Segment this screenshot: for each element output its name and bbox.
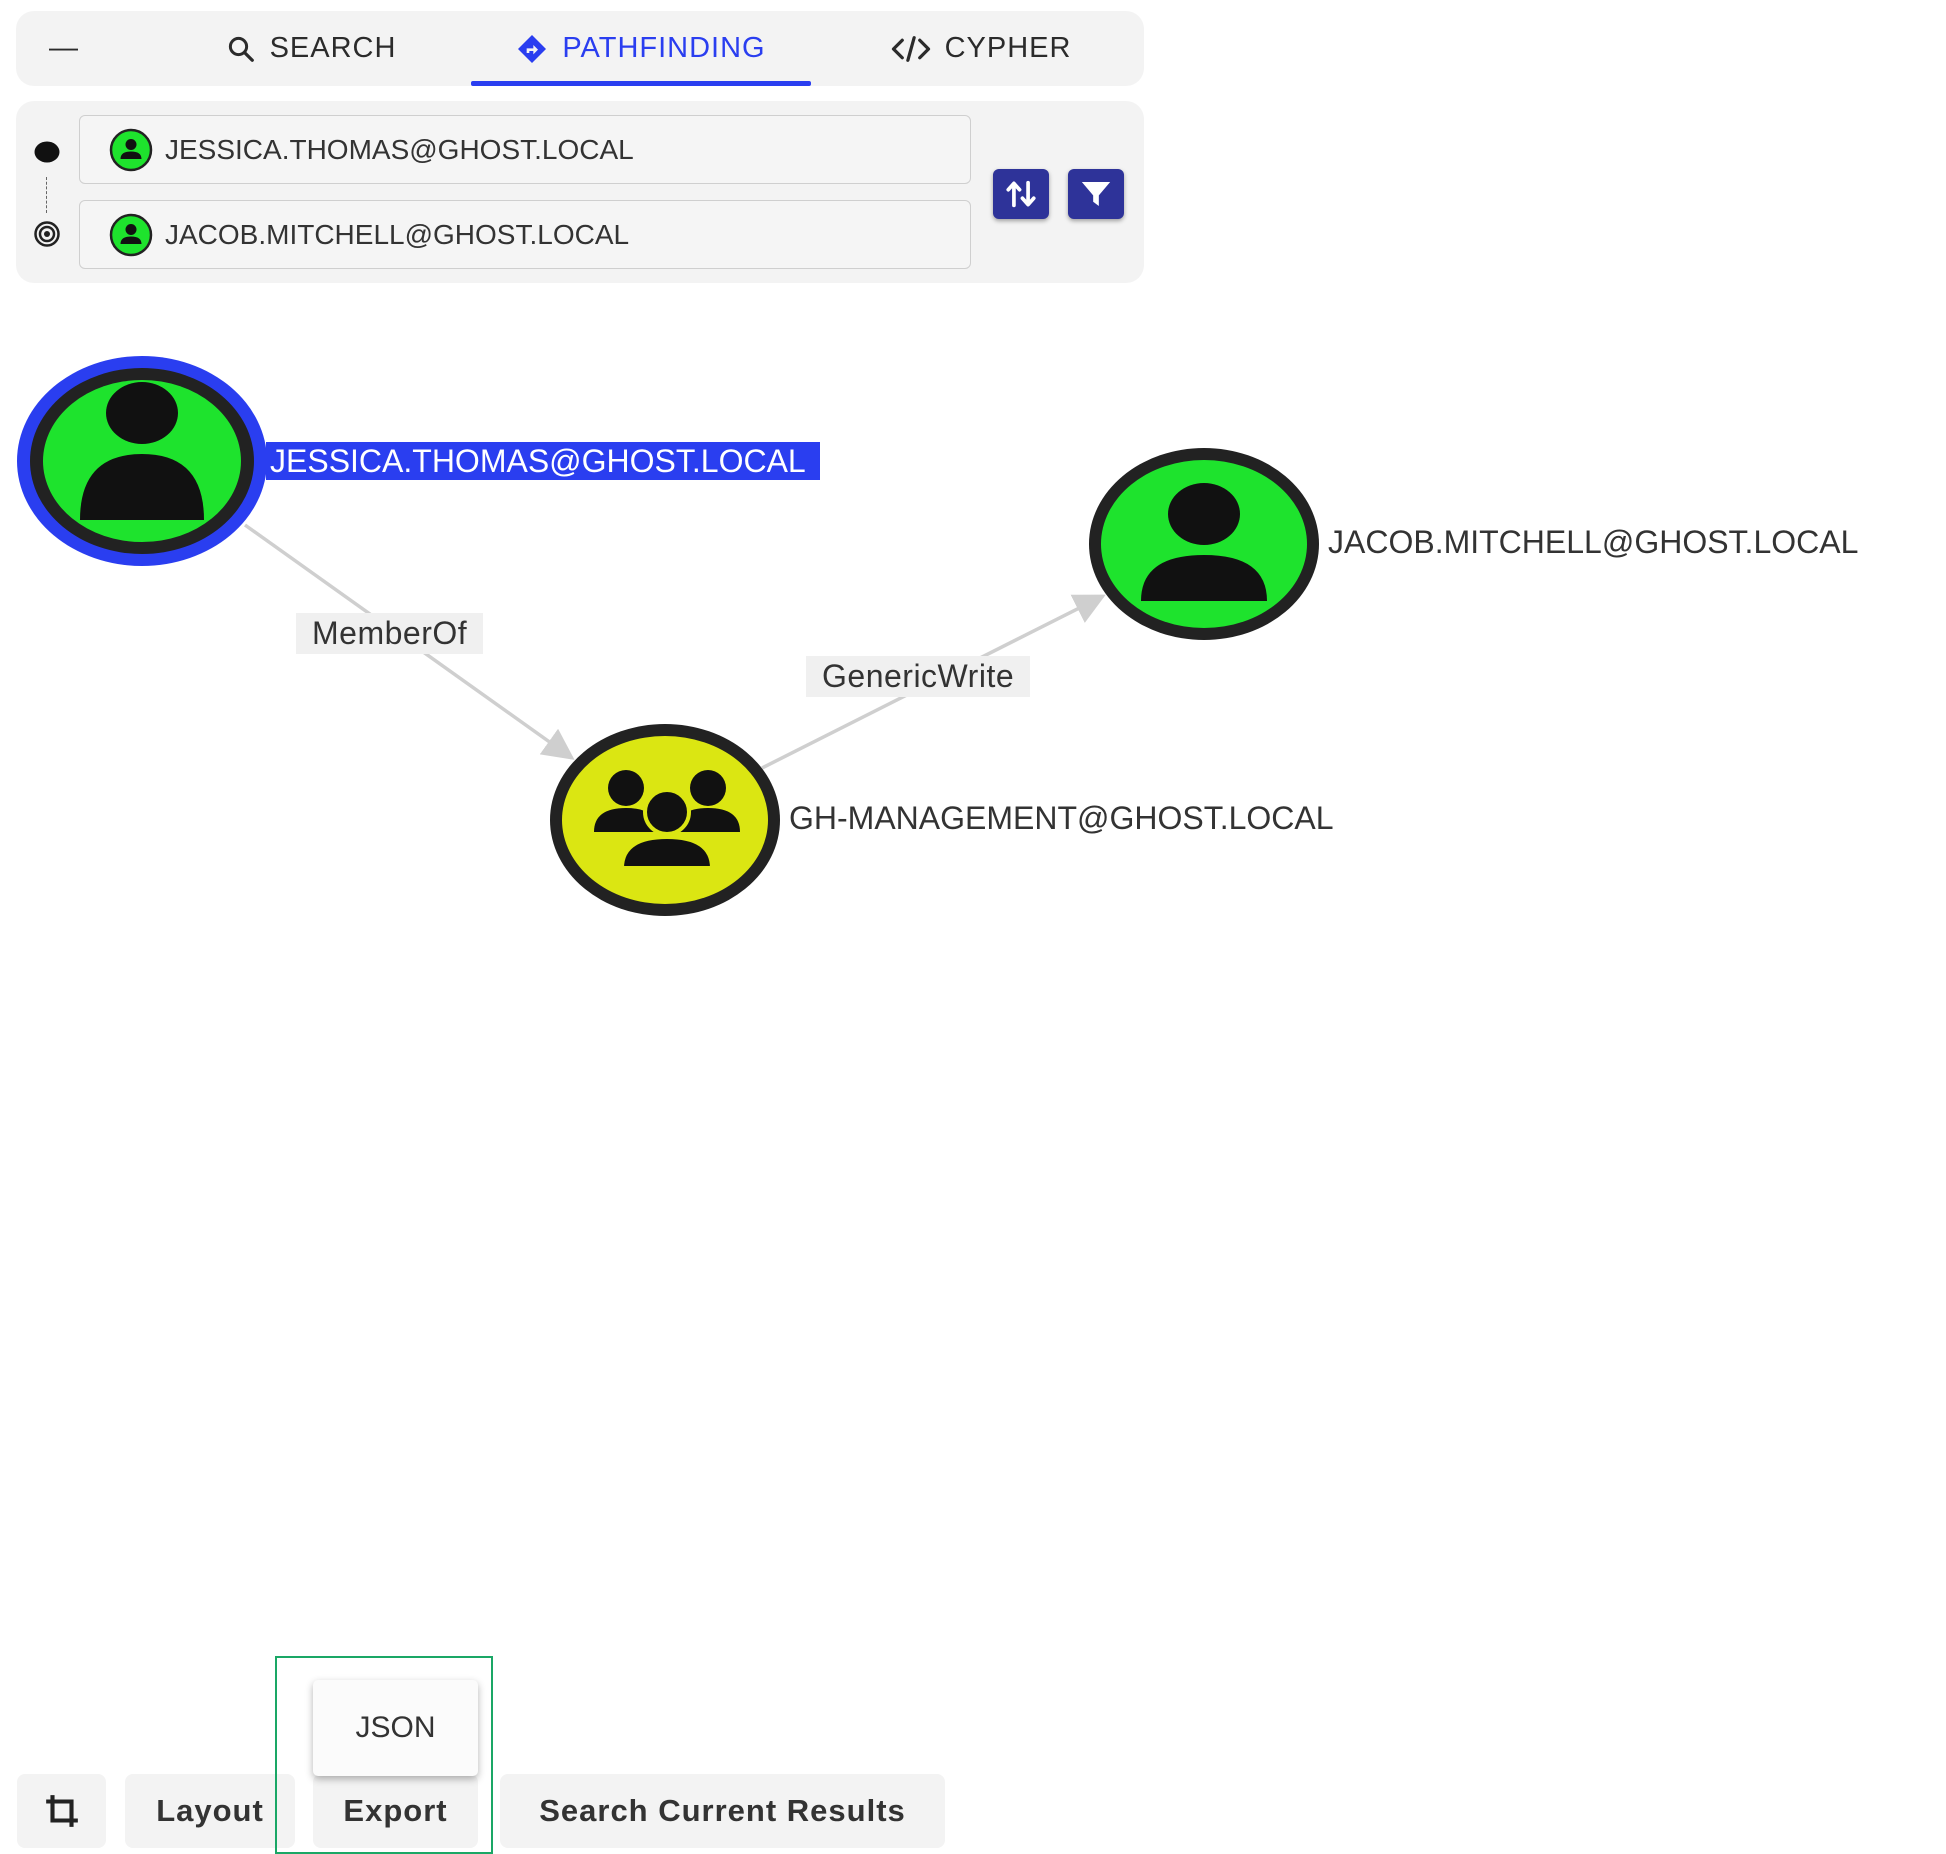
end-node-value: JACOB.MITCHELL@GHOST.LOCAL — [165, 218, 630, 250]
swap-nodes-button[interactable] — [993, 169, 1049, 219]
graph-svg — [17, 356, 1319, 916]
export-label: Export — [343, 1793, 448, 1828]
graph-canvas[interactable]: JESSICA.THOMAS@GHOST.LOCAL JACOB.MITCHEL… — [0, 300, 1946, 940]
tab-cypher-label: CYPHER — [944, 32, 1072, 64]
tab-cypher[interactable]: CYPHER — [861, 11, 1101, 86]
user-icon — [109, 213, 153, 256]
target-icon — [34, 221, 60, 247]
search-icon — [228, 36, 254, 62]
edge-label-genericwrite[interactable]: GenericWrite — [806, 656, 1031, 697]
end-node-field[interactable]: JACOB.MITCHELL@GHOST.LOCAL — [79, 200, 971, 269]
tab-search-label: SEARCH — [269, 32, 397, 64]
node-jessica-thomas[interactable] — [17, 356, 267, 566]
edge-label-memberof[interactable]: MemberOf — [296, 613, 484, 654]
active-tab-indicator — [471, 81, 811, 86]
fit-to-screen-button[interactable] — [17, 1774, 106, 1848]
user-icon — [109, 128, 153, 171]
tab-pathfinding-label: PATHFINDING — [562, 32, 766, 64]
node-jacob-mitchell[interactable] — [1089, 448, 1319, 640]
export-button[interactable]: Export — [313, 1774, 478, 1848]
node-label-jessica: JESSICA.THOMAS@GHOST.LOCAL — [266, 442, 820, 480]
node-label-jacob: JACOB.MITCHELL@GHOST.LOCAL — [1328, 524, 1859, 560]
export-json-menu-item[interactable]: JSON — [313, 1680, 478, 1776]
start-node-value: JESSICA.THOMAS@GHOST.LOCAL — [165, 133, 634, 165]
collapse-button[interactable]: — — [34, 11, 94, 86]
minus-icon: — — [49, 32, 79, 64]
directions-icon — [518, 34, 547, 63]
json-label: JSON — [355, 1711, 436, 1744]
layout-button[interactable]: Layout — [125, 1774, 295, 1848]
start-node-field[interactable]: JESSICA.THOMAS@GHOST.LOCAL — [79, 115, 971, 184]
filter-icon — [1081, 181, 1111, 207]
search-current-results-button[interactable]: Search Current Results — [500, 1774, 945, 1848]
pathfinding-panel: JESSICA.THOMAS@GHOST.LOCAL JACOB.MITCHEL… — [16, 101, 1144, 283]
path-connector — [46, 177, 47, 213]
tab-search[interactable]: SEARCH — [191, 11, 431, 86]
tab-pathfinding[interactable]: PATHFINDING — [471, 11, 811, 86]
search-current-results-label: Search Current Results — [539, 1793, 906, 1828]
layout-label: Layout — [156, 1793, 264, 1828]
node-gh-management[interactable] — [550, 724, 780, 916]
code-icon — [891, 35, 930, 62]
start-point-icon — [34, 141, 60, 163]
edge-filter-button[interactable] — [1068, 169, 1124, 219]
node-label-gh-management: GH-MANAGEMENT@GHOST.LOCAL — [789, 800, 1334, 836]
swap-vertical-icon — [1006, 180, 1036, 208]
crop-icon — [45, 1795, 78, 1827]
tab-bar: — SEARCH PATHFINDING CYPHER — [16, 11, 1144, 86]
